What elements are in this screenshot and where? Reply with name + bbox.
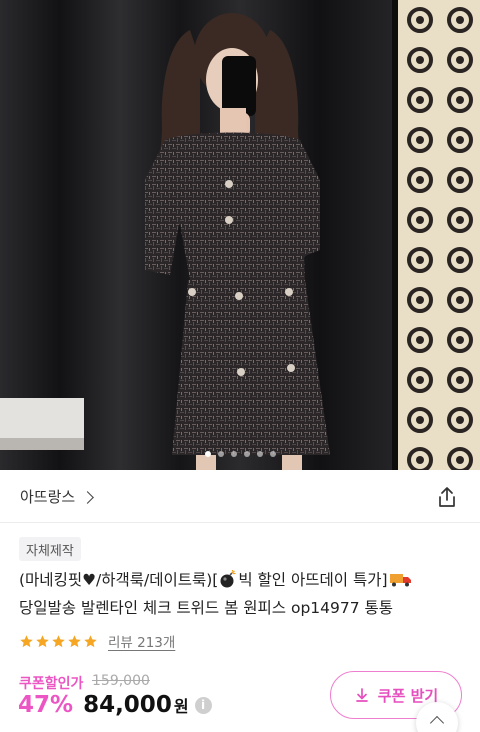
star-icon xyxy=(20,634,33,647)
product-image[interactable] xyxy=(0,0,480,470)
star-rating xyxy=(19,634,98,649)
rating-row: 리뷰 213개 xyxy=(19,631,175,651)
chevron-right-icon xyxy=(81,490,95,504)
download-icon xyxy=(355,688,368,702)
carousel-dot[interactable] xyxy=(204,451,211,457)
product-photo xyxy=(0,0,480,470)
title-part-3: 당일발송 발렌타인 체크 트위드 봄 원피스 op14977 통통 xyxy=(19,599,394,617)
brand-link[interactable]: 아뜨랑스 xyxy=(20,486,95,507)
title-part-1: (마네킹핏♥/하객룩/데이트룩)[ xyxy=(19,571,219,589)
star-icon xyxy=(68,634,81,647)
share-icon-glyph xyxy=(439,486,455,507)
carousel-dot[interactable] xyxy=(269,451,276,457)
bomb-icon xyxy=(219,570,237,596)
discount-rate: 47% xyxy=(18,692,74,718)
truck-icon xyxy=(389,570,413,596)
chevron-up-icon xyxy=(429,715,445,731)
carousel-indicator xyxy=(0,451,480,461)
coupon-price-label: 쿠폰할인가 xyxy=(19,676,84,692)
share-icon[interactable] xyxy=(434,484,460,510)
star-icon xyxy=(84,634,97,647)
brand-name: 아뜨랑스 xyxy=(20,488,76,506)
price-row: 47% 84,000 원 i xyxy=(18,692,212,718)
carousel-dot[interactable] xyxy=(217,451,224,457)
carousel-dot[interactable] xyxy=(256,451,263,457)
price-unit: 원 xyxy=(173,697,189,716)
star-icon xyxy=(36,634,49,647)
star-icon xyxy=(52,634,65,647)
review-count-link[interactable]: 리뷰 213개 xyxy=(108,631,175,651)
carousel-dot[interactable] xyxy=(230,451,237,457)
title-part-2: 빅 할인 아뜨데이 특가] xyxy=(238,571,388,589)
info-icon[interactable]: i xyxy=(194,696,212,714)
product-title: (마네킹핏♥/하객룩/데이트룩)[ 빅 할인 아뜨데이 특가] 당일발송 발렌타인… xyxy=(19,568,469,621)
carousel-dot[interactable] xyxy=(243,451,250,457)
self-made-badge: 자체제작 xyxy=(19,537,81,561)
original-price: 159,000 xyxy=(92,673,150,689)
sale-price: 84,000 xyxy=(83,692,172,718)
brand-row: 아뜨랑스 xyxy=(0,471,480,523)
